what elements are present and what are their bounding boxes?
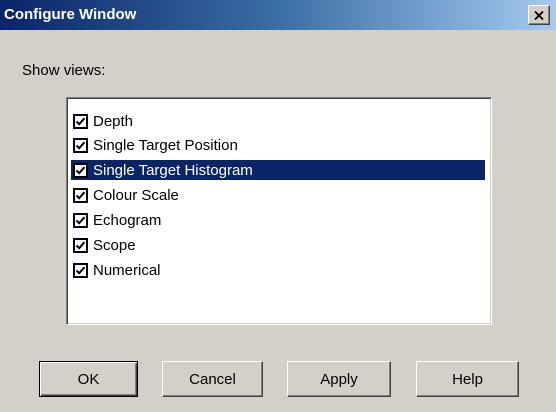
apply-button[interactable]: Apply bbox=[287, 361, 391, 397]
list-item-label: Colour Scale bbox=[93, 186, 179, 204]
views-listbox[interactable]: Depth Single Target Position Single Targ… bbox=[66, 97, 492, 325]
list-item-depth[interactable]: Depth bbox=[71, 111, 485, 131]
help-button[interactable]: Help bbox=[416, 361, 519, 397]
title-bar[interactable]: Configure Window bbox=[0, 0, 556, 30]
list-item-scope[interactable]: Scope bbox=[71, 235, 485, 255]
list-item-label: Numerical bbox=[93, 261, 161, 279]
list-item-colour-scale[interactable]: Colour Scale bbox=[71, 185, 485, 205]
checkmark-icon bbox=[75, 266, 86, 275]
checkbox-numerical[interactable] bbox=[73, 262, 88, 278]
checkmark-icon bbox=[75, 117, 86, 126]
list-item-label: Single Target Position bbox=[93, 136, 238, 154]
checkbox-single-target-position[interactable] bbox=[73, 137, 88, 153]
checkbox-depth[interactable] bbox=[73, 113, 88, 129]
ok-button[interactable]: OK bbox=[39, 361, 138, 397]
list-item-numerical[interactable]: Numerical bbox=[71, 260, 485, 280]
checkmark-icon bbox=[75, 216, 86, 225]
checkmark-icon bbox=[75, 191, 86, 200]
cancel-button[interactable]: Cancel bbox=[162, 361, 263, 397]
checkbox-scope[interactable] bbox=[73, 237, 88, 253]
checkmark-icon bbox=[75, 141, 86, 150]
list-item-single-target-position[interactable]: Single Target Position bbox=[71, 135, 485, 155]
checkmark-icon bbox=[75, 166, 86, 175]
close-button[interactable] bbox=[528, 5, 550, 25]
list-item-label: Single Target Histogram bbox=[93, 161, 253, 179]
checkmark-icon bbox=[75, 241, 86, 250]
checkbox-colour-scale[interactable] bbox=[73, 187, 88, 203]
list-item-echogram[interactable]: Echogram bbox=[71, 210, 485, 230]
window-title: Configure Window bbox=[4, 6, 137, 23]
close-icon bbox=[534, 10, 544, 20]
list-item-label: Echogram bbox=[93, 211, 162, 229]
configure-window-dialog: Configure Window Show views: Depth Singl… bbox=[0, 0, 556, 412]
list-item-single-target-histogram[interactable]: Single Target Histogram bbox=[71, 160, 485, 180]
checkbox-echogram[interactable] bbox=[73, 212, 88, 228]
list-item-label: Depth bbox=[93, 112, 134, 130]
checkbox-single-target-histogram[interactable] bbox=[73, 162, 88, 178]
show-views-label: Show views: bbox=[22, 62, 106, 79]
list-item-label: Scope bbox=[93, 236, 136, 254]
